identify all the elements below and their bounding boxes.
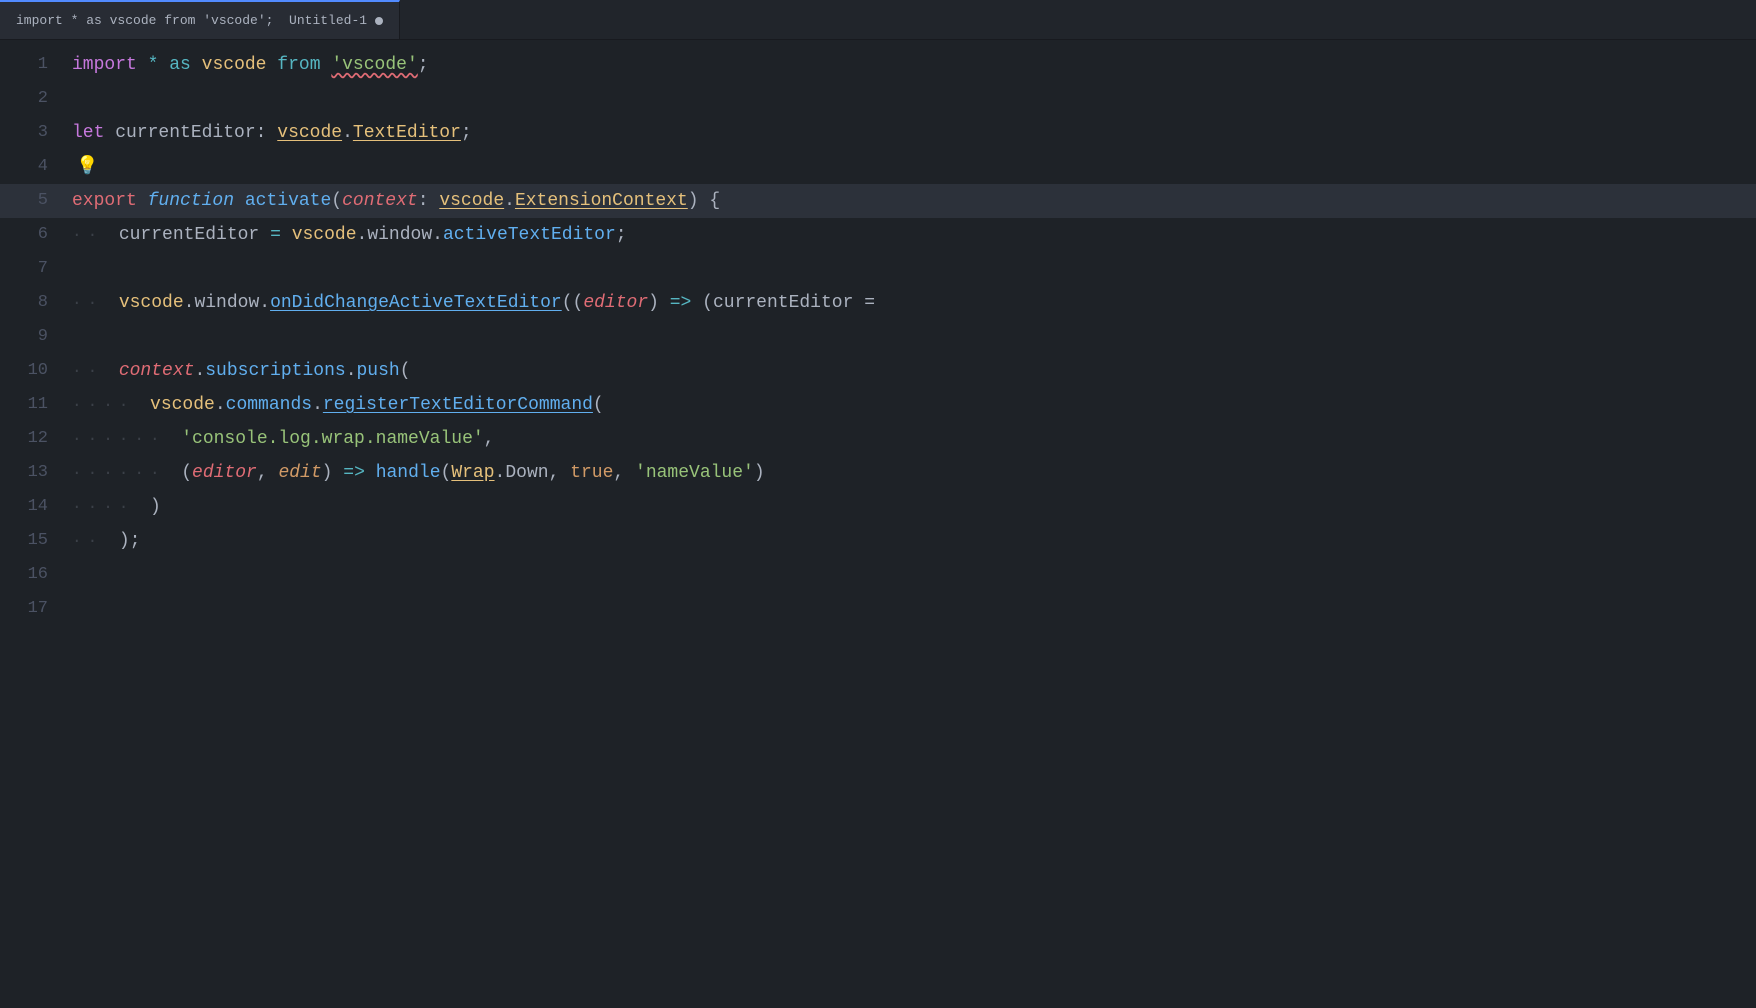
- line-content: export function activate ( context : vsc…: [72, 184, 1756, 218]
- code-line-14: 14 ···· ): [0, 490, 1756, 524]
- line-content: ······ 'console.log.wrap.nameValue' ,: [72, 422, 1756, 456]
- identifier-vscode3: vscode: [119, 286, 184, 320]
- identifier-Down: Down: [505, 456, 548, 490]
- line-number: 16: [0, 558, 72, 592]
- method-commands: commands: [226, 388, 312, 422]
- line-number: 14: [0, 490, 72, 524]
- identifier-window2: window: [194, 286, 259, 320]
- indent: ··: [72, 286, 119, 320]
- line-number: 10: [0, 354, 72, 388]
- code-line-15: 15 ·· ) ;: [0, 524, 1756, 558]
- line-number: 2: [0, 82, 72, 116]
- line-number: 13: [0, 456, 72, 490]
- indent: ······: [72, 456, 181, 490]
- code-line-13: 13 ······ ( editor , edit ) => handle ( …: [0, 456, 1756, 490]
- editor-tab[interactable]: import * as vscode from 'vscode'; Untitl…: [0, 0, 400, 39]
- line-number: 9: [0, 320, 72, 354]
- method-onDidChange: onDidChangeActiveTextEditor: [270, 286, 562, 320]
- line-content: import * as vscode from 'vscode' ;: [72, 48, 1756, 82]
- line-content: ·· currentEditor = vscode . window . act…: [72, 218, 1756, 252]
- line-number: 7: [0, 252, 72, 286]
- func-activate: activate: [245, 184, 331, 218]
- indent: ····: [72, 490, 150, 524]
- method-push: push: [357, 354, 400, 388]
- line-number: 12: [0, 422, 72, 456]
- string-vscode: 'vscode': [331, 48, 417, 82]
- indent: ··: [72, 218, 119, 252]
- param-editor: editor: [583, 286, 648, 320]
- keyword-function: function: [148, 184, 234, 218]
- line-content: ······ ( editor , edit ) => handle ( Wra…: [72, 456, 1756, 490]
- code-line-6: 6 ·· currentEditor = vscode . window . a…: [0, 218, 1756, 252]
- identifier-context2: context: [119, 354, 195, 388]
- code-line-3: 3 let currentEditor : vscode . TextEdito…: [0, 116, 1756, 150]
- lightbulb-icon[interactable]: 💡: [76, 150, 98, 184]
- code-line-16: 16: [0, 558, 1756, 592]
- identifier-currentEditor2: currentEditor: [119, 218, 259, 252]
- line-content: ···· vscode . commands . registerTextEdi…: [72, 388, 1756, 422]
- line-number: 6: [0, 218, 72, 252]
- param-context: context: [342, 184, 418, 218]
- method-activeTextEditor: activeTextEditor: [443, 218, 616, 252]
- keyword-as: as: [169, 48, 191, 82]
- identifier-window: window: [367, 218, 432, 252]
- identifier-Wrap: Wrap: [451, 456, 494, 490]
- code-line-7: 7: [0, 252, 1756, 286]
- line-content: let currentEditor : vscode . TextEditor …: [72, 116, 1756, 150]
- type-vscode2: vscode: [439, 184, 504, 218]
- code-line-12: 12 ······ 'console.log.wrap.nameValue' ,: [0, 422, 1756, 456]
- indent: ······: [72, 422, 181, 456]
- code-line-17: 17: [0, 592, 1756, 626]
- literal-true: true: [570, 456, 613, 490]
- line-content: ·· ) ;: [72, 524, 1756, 558]
- identifier-currentEditor: currentEditor: [115, 116, 255, 150]
- indent: ··: [72, 354, 119, 388]
- code-line-9: 9: [0, 320, 1756, 354]
- identifier-vscode4: vscode: [150, 388, 215, 422]
- line-number: 8: [0, 286, 72, 320]
- keyword-let: let: [72, 116, 104, 150]
- method-subscriptions: subscriptions: [205, 354, 345, 388]
- code-line-11: 11 ···· vscode . commands . registerText…: [0, 388, 1756, 422]
- line-content: 💡: [72, 150, 1756, 184]
- identifier-vscode: vscode: [202, 48, 267, 82]
- type-TextEditor: TextEditor: [353, 116, 461, 150]
- string-nameValue: 'nameValue': [635, 456, 754, 490]
- code-line-5: 5 export function activate ( context : v…: [0, 184, 1756, 218]
- line-content: ···· ): [72, 490, 1756, 524]
- line-number: 4: [0, 150, 72, 184]
- indent: ··: [72, 524, 119, 558]
- tab-bar: import * as vscode from 'vscode'; Untitl…: [0, 0, 1756, 40]
- line-number: 11: [0, 388, 72, 422]
- keyword-import: import: [72, 48, 137, 82]
- line-number: 3: [0, 116, 72, 150]
- param-editor2: editor: [192, 456, 257, 490]
- line-content: ·· context . subscriptions . push (: [72, 354, 1756, 388]
- string-commandId: 'console.log.wrap.nameValue': [181, 422, 483, 456]
- keyword-export: export: [72, 184, 137, 218]
- line-content: ·· vscode . window . onDidChangeActiveTe…: [72, 286, 1756, 320]
- code-line-1: 1 import * as vscode from 'vscode' ;: [0, 48, 1756, 82]
- tab-title: import * as vscode from 'vscode'; Untitl…: [16, 13, 367, 28]
- type-ExtensionContext: ExtensionContext: [515, 184, 688, 218]
- star-operator: *: [148, 48, 159, 82]
- line-number: 17: [0, 592, 72, 626]
- line-number: 5: [0, 184, 72, 218]
- indent: ····: [72, 388, 150, 422]
- code-line-2: 2: [0, 82, 1756, 116]
- method-registerTextEditorCommand: registerTextEditorCommand: [323, 388, 593, 422]
- keyword-from: from: [277, 48, 320, 82]
- identifier-vscode2: vscode: [292, 218, 357, 252]
- line-number: 15: [0, 524, 72, 558]
- code-line-10: 10 ·· context . subscriptions . push (: [0, 354, 1756, 388]
- code-editor: 1 import * as vscode from 'vscode' ; 2 3…: [0, 40, 1756, 626]
- line-number: 1: [0, 48, 72, 82]
- param-edit: edit: [278, 456, 321, 490]
- code-line-4: 4 💡: [0, 150, 1756, 184]
- code-line-8: 8 ·· vscode . window . onDidChangeActive…: [0, 286, 1756, 320]
- func-handle: handle: [376, 456, 441, 490]
- unsaved-indicator: [375, 17, 383, 25]
- type-vscode: vscode: [277, 116, 342, 150]
